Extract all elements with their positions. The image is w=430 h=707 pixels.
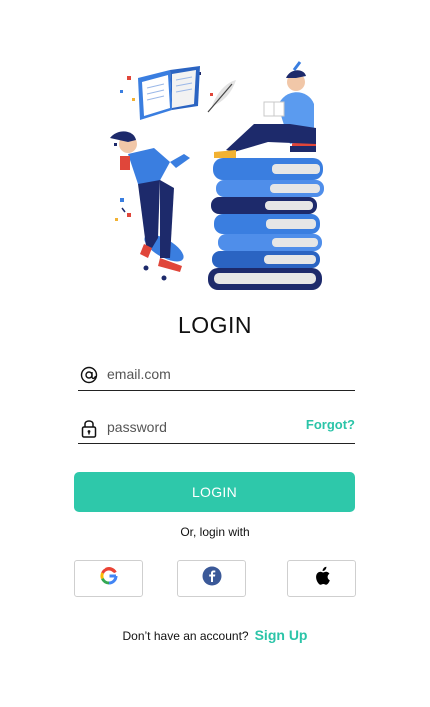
book-stack [208, 158, 324, 290]
skateboarder-figure [110, 131, 190, 281]
flying-book [138, 66, 200, 120]
email-field [78, 362, 355, 391]
google-icon [99, 567, 118, 590]
forgot-password-link[interactable]: Forgot? [306, 417, 355, 432]
at-icon [78, 364, 100, 386]
apple-login-button[interactable] [287, 560, 356, 597]
google-login-button[interactable] [74, 560, 143, 597]
reading-illustration [110, 61, 324, 290]
password-input[interactable] [107, 415, 317, 439]
login-button-label: LOGIN [191, 484, 238, 500]
password-field: Forgot? [78, 415, 355, 444]
signup-row: Don’t have an account? Sign Up [0, 627, 430, 643]
apple-icon [313, 566, 331, 591]
page-title: LOGIN [177, 312, 253, 338]
alt-login-text: Or, login with [180, 525, 250, 539]
login-button[interactable]: LOGIN [74, 472, 355, 512]
signup-link[interactable]: Sign Up [255, 627, 308, 643]
facebook-login-button[interactable] [177, 560, 246, 597]
signup-prompt: Don’t have an account? [122, 629, 249, 643]
email-input[interactable] [107, 362, 317, 386]
lock-icon [78, 417, 100, 439]
reader-figure [214, 61, 316, 158]
facebook-icon [202, 566, 222, 591]
